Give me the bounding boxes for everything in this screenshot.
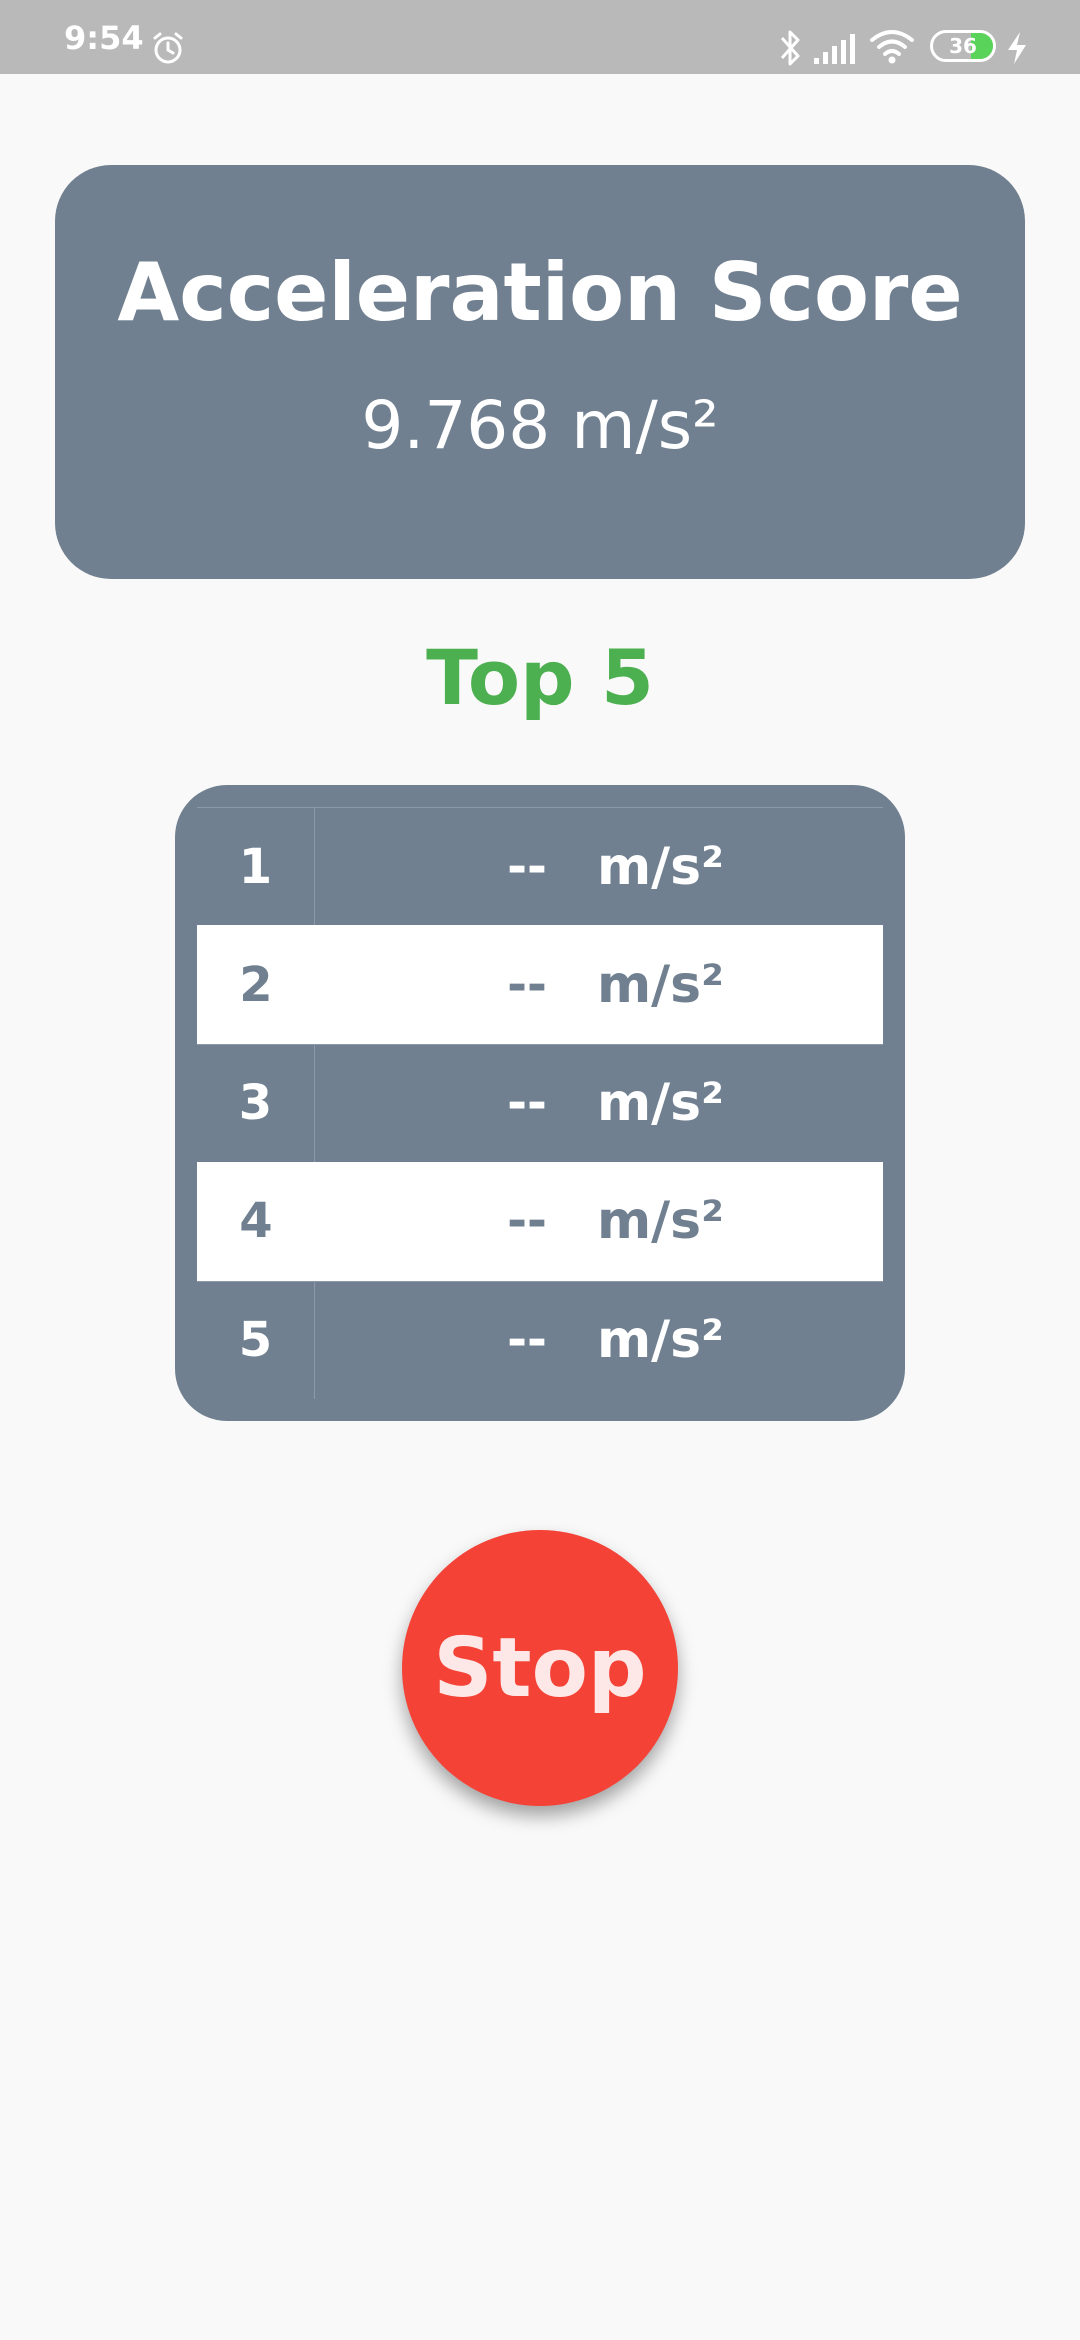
score-cell: --	[507, 1312, 547, 1369]
unit-cell: m/s²	[597, 1073, 724, 1134]
wifi-icon	[870, 30, 914, 64]
score-title: Acceleration Score	[117, 246, 963, 339]
stop-button[interactable]: Stop	[402, 1530, 678, 1806]
alarm-icon	[153, 32, 183, 64]
signal-icon	[814, 34, 855, 64]
score-cell: --	[507, 1075, 547, 1132]
rank-cell: 3	[197, 1044, 315, 1163]
rank-cell: 4	[239, 1193, 273, 1250]
unit-cell: m/s²	[597, 836, 724, 897]
score-cell: --	[507, 1193, 547, 1250]
table-row: 1 -- m/s²	[197, 807, 883, 926]
unit-cell: m/s²	[597, 954, 724, 1015]
table-row: 2 -- m/s²	[197, 925, 883, 1044]
unit-cell: m/s²	[597, 1310, 724, 1371]
score-cell: --	[507, 956, 547, 1013]
battery-level: 36	[949, 34, 977, 58]
score-value: 9.768 m/s²	[361, 387, 719, 464]
charging-icon	[1008, 32, 1026, 64]
score-cell: --	[507, 838, 547, 895]
status-bar: 9:54 36	[0, 0, 1080, 74]
top5-title: Top 5	[426, 633, 654, 722]
rank-cell: 2	[239, 956, 273, 1013]
top5-table-body: 1 -- m/s² 2 -- m/s² 3 -- m/s² 4 -- m/s² …	[197, 807, 883, 1399]
rank-cell: 5	[197, 1281, 315, 1399]
table-row: 3 -- m/s²	[197, 1043, 883, 1163]
unit-cell: m/s²	[597, 1191, 724, 1252]
battery-icon: 36	[930, 30, 996, 62]
rank-cell: 1	[197, 808, 315, 926]
status-time: 9:54	[64, 19, 144, 57]
top5-table: 1 -- m/s² 2 -- m/s² 3 -- m/s² 4 -- m/s² …	[175, 785, 905, 1421]
table-row: 4 -- m/s²	[197, 1162, 883, 1281]
bluetooth-icon	[780, 30, 800, 66]
table-row: 5 -- m/s²	[197, 1280, 883, 1399]
acceleration-score-card: Acceleration Score 9.768 m/s²	[55, 165, 1025, 579]
